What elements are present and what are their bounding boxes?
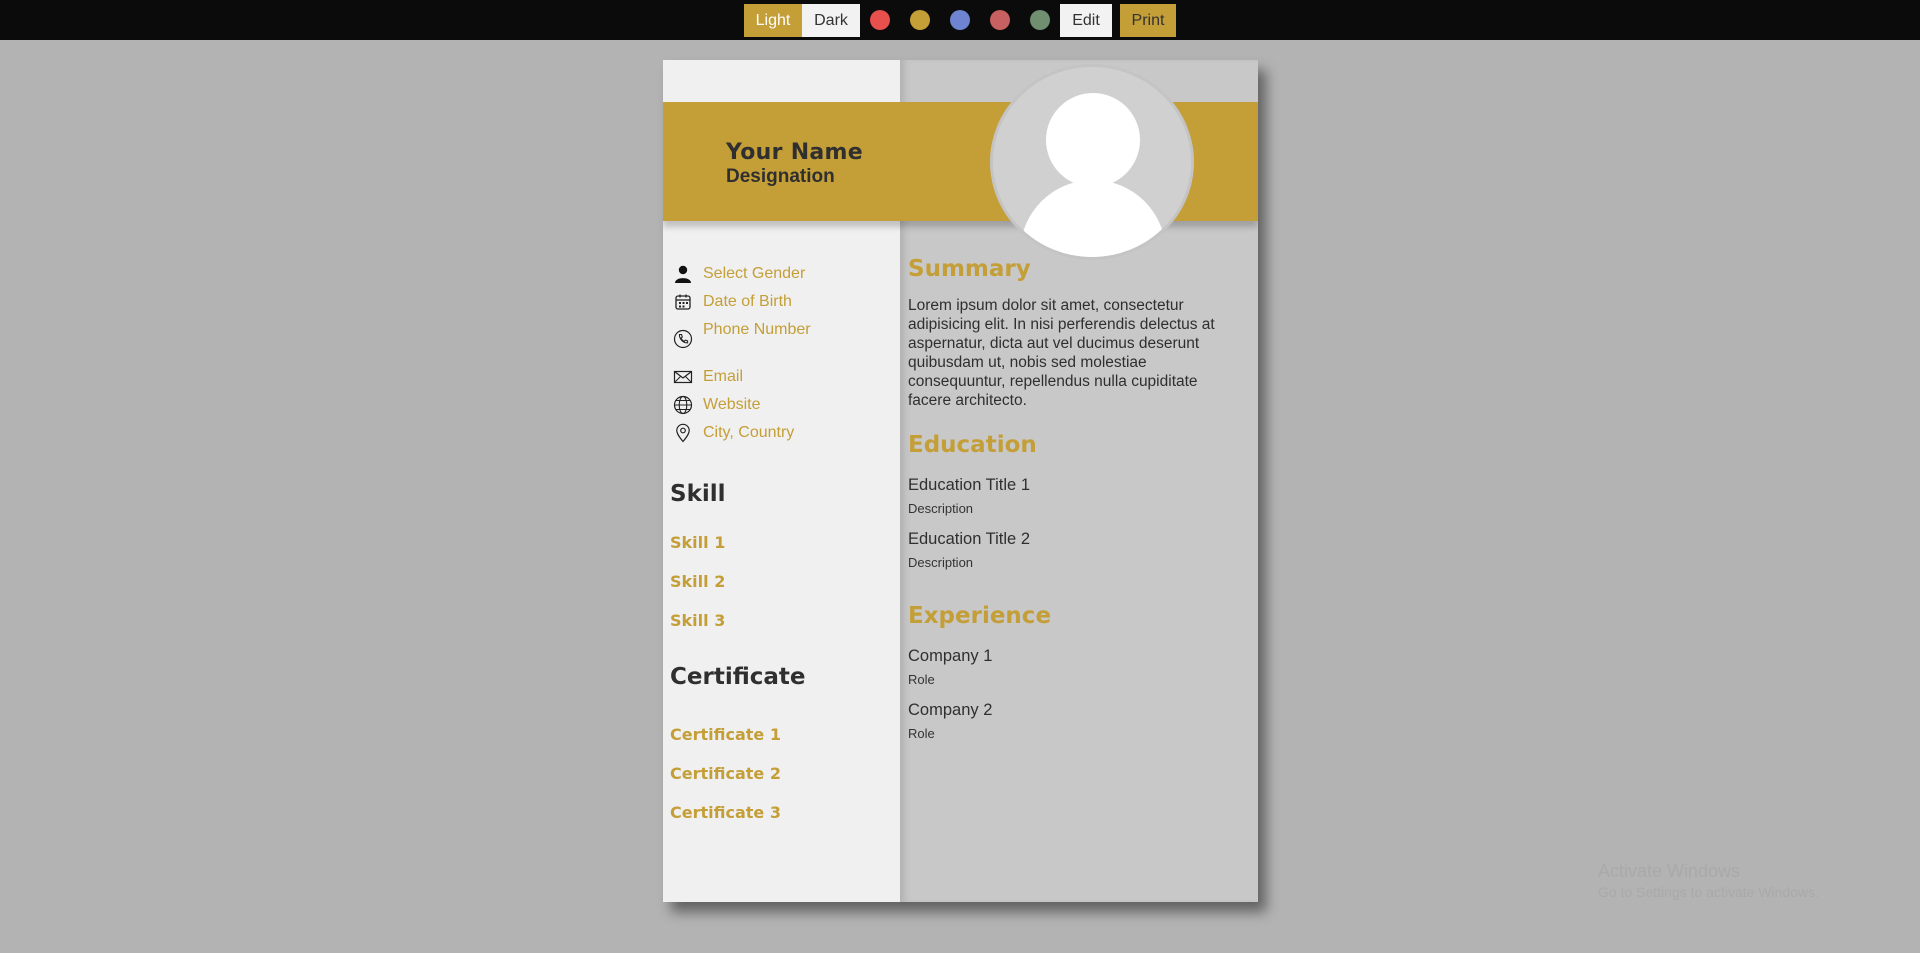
calendar-icon bbox=[675, 294, 691, 310]
education-title[interactable]: Education Title 1 bbox=[908, 476, 1030, 495]
color-swatch-blue[interactable] bbox=[950, 10, 970, 30]
skill-item[interactable]: Skill 2 bbox=[670, 572, 725, 591]
certificate-item[interactable]: Certificate 1 bbox=[670, 725, 781, 744]
certificate-heading[interactable]: Certificate bbox=[670, 664, 806, 690]
education-title[interactable]: Education Title 2 bbox=[908, 530, 1030, 549]
avatar-head-shape bbox=[1046, 93, 1140, 187]
resume-name[interactable]: Your Name bbox=[726, 140, 863, 165]
experience-company[interactable]: Company 2 bbox=[908, 701, 992, 720]
summary-text[interactable]: Lorem ipsum dolor sit amet, consectetur … bbox=[908, 296, 1238, 410]
light-theme-button[interactable]: Light bbox=[744, 4, 802, 37]
contact-location-label: City, Country bbox=[703, 424, 795, 441]
color-swatch-red[interactable] bbox=[870, 10, 890, 30]
contact-email-label: Email bbox=[703, 368, 744, 385]
person-icon bbox=[675, 265, 691, 283]
globe-icon bbox=[673, 395, 693, 415]
contact-dob-label: Date of Birth bbox=[703, 293, 792, 310]
skill-item[interactable]: Skill 3 bbox=[670, 611, 725, 630]
education-description[interactable]: Description bbox=[908, 501, 973, 516]
color-swatch-green[interactable] bbox=[1030, 10, 1050, 30]
mail-icon bbox=[673, 370, 693, 384]
resume-designation[interactable]: Designation bbox=[726, 166, 835, 188]
skill-item[interactable]: Skill 1 bbox=[670, 533, 725, 552]
experience-heading[interactable]: Experience bbox=[908, 603, 1051, 629]
avatar-body-shape bbox=[1020, 180, 1166, 257]
color-swatch-rose[interactable] bbox=[990, 10, 1010, 30]
phone-icon bbox=[673, 329, 693, 349]
dark-theme-button[interactable]: Dark bbox=[802, 4, 860, 37]
certificate-item[interactable]: Certificate 3 bbox=[670, 803, 781, 822]
education-heading[interactable]: Education bbox=[908, 432, 1037, 458]
experience-company[interactable]: Company 1 bbox=[908, 647, 992, 666]
summary-heading[interactable]: Summary bbox=[908, 256, 1031, 282]
activate-windows-subtitle: Go to Settings to activate Windows. bbox=[1598, 884, 1819, 900]
contact-gender-label: Select Gender bbox=[703, 265, 806, 282]
experience-role[interactable]: Role bbox=[908, 672, 935, 687]
contact-website-label: Website bbox=[703, 396, 761, 413]
profile-photo[interactable] bbox=[990, 64, 1194, 260]
education-description[interactable]: Description bbox=[908, 555, 973, 570]
edit-button[interactable]: Edit bbox=[1060, 4, 1112, 37]
skill-heading[interactable]: Skill bbox=[670, 481, 726, 507]
activate-windows-title: Activate Windows bbox=[1598, 861, 1741, 881]
print-button[interactable]: Print bbox=[1120, 4, 1176, 37]
resume-page: Your Name Designation Select Gender Date… bbox=[663, 60, 1258, 902]
certificate-item[interactable]: Certificate 2 bbox=[670, 764, 781, 783]
toolbar: Light Dark Edit Print bbox=[0, 0, 1920, 40]
location-pin-icon bbox=[676, 423, 690, 443]
contact-phone-label: Phone Number bbox=[703, 321, 811, 338]
experience-role[interactable]: Role bbox=[908, 726, 935, 741]
color-swatch-gold[interactable] bbox=[910, 10, 930, 30]
